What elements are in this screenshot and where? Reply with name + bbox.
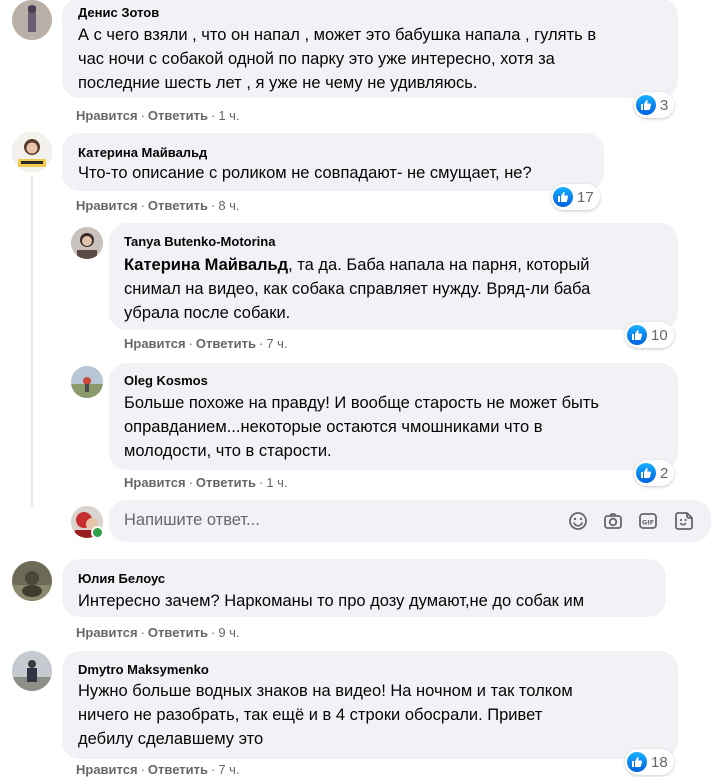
reply-button[interactable]: Ответить [148,198,208,213]
online-status-indicator [91,526,104,539]
comment-timestamp[interactable]: 8 ч. [218,198,239,213]
comment-timestamp[interactable]: 7 ч. [266,336,287,351]
like-button[interactable]: Нравится [124,475,186,490]
like-reaction-icon [636,463,656,483]
separator: · [210,625,216,640]
mention-link[interactable]: Катерина Майвальд [124,256,288,274]
comment-author[interactable]: Dmytro Maksymenko [78,662,209,677]
reply-button[interactable]: Ответить [148,108,208,123]
separator: · [140,762,145,777]
reaction-count[interactable]: 17 [551,184,600,210]
avatar[interactable] [12,0,52,40]
reaction-count-value: 3 [660,96,669,114]
reply-button[interactable]: Ответить [148,625,208,640]
separator: · [258,475,264,490]
reply-button[interactable]: Ответить [196,336,256,351]
comment-text-line: оправданием...некоторые остаются чмошник… [124,418,543,436]
camera-icon[interactable] [602,510,624,532]
like-reaction-icon [627,325,647,345]
thread-line [31,176,33,506]
reaction-count-value: 18 [651,753,668,771]
comment-text: , та да. Баба напала на парня, который [288,256,590,274]
comment-author[interactable]: Oleg Kosmos [124,373,208,388]
avatar[interactable] [71,227,103,259]
comment-text-line: Больше похоже на правду! И вообще старос… [124,394,600,412]
comments-feed: Денис Зотов А с чего взяли , что он напа… [0,0,727,777]
avatar[interactable] [12,651,52,691]
like-button[interactable]: Нравится [76,108,138,123]
separator: · [210,198,216,213]
like-reaction-icon [636,95,656,115]
separator: · [140,625,145,640]
comment-timestamp[interactable]: 9 ч. [218,625,239,640]
reaction-count-value: 10 [651,326,668,344]
comment-actions: Нравится · Ответить · 1 ч. [124,475,288,490]
comment-text-line: молодости, что в старости. [124,442,332,460]
emoji-icon[interactable] [567,510,589,532]
separator: · [210,762,216,777]
like-button[interactable]: Нравится [76,762,138,777]
comment-author[interactable]: Денис Зотов [78,5,159,20]
comment-actions: Нравится · Ответить · 7 ч. [76,762,240,777]
comment-text-line: снимал на видео, как собака справляет ну… [124,280,591,298]
comment-text-line: Интересно зачем? Наркоманы то про дозу д… [78,592,585,610]
separator: · [210,108,216,123]
reply-input-placeholder: Напишите ответ... [124,511,260,529]
comment-actions: Нравится · Ответить · 1 ч. [76,108,240,123]
svg-text:GIF: GIF [642,519,654,527]
comment-text-line: убрала после собаки. [124,304,291,322]
comment-actions: Нравится · Ответить · 7 ч. [124,336,288,351]
reaction-count-value: 2 [660,464,669,482]
comment-author[interactable]: Юлия Белоус [78,571,165,586]
comment-author[interactable]: Катерина Майвальд [78,145,207,160]
comment-text-line: час ночи с собакой одной по парку это уж… [78,50,555,68]
separator: · [140,108,145,123]
reaction-count[interactable]: 2 [634,460,675,486]
comment-actions: Нравится · Ответить · 8 ч. [76,198,240,213]
avatar[interactable] [12,561,52,601]
comment-timestamp[interactable]: 7 ч. [218,762,239,777]
reply-button[interactable]: Ответить [148,762,208,777]
comment-text-line: Что-то описание с роликом не совпадают- … [78,164,532,182]
comment-text-line: Нужно больше водных знаков на видео! На … [78,682,573,700]
comment-actions: Нравится · Ответить · 9 ч. [76,625,240,640]
comment-author[interactable]: Tanya Butenko-Motorina [124,234,275,249]
like-button[interactable]: Нравится [76,625,138,640]
comment-timestamp[interactable]: 1 ч. [218,108,239,123]
reaction-count[interactable]: 3 [634,92,675,118]
reply-button[interactable]: Ответить [196,475,256,490]
comment-text-line: последние шесть лет , я уже не чему не у… [78,74,478,92]
reaction-count-value: 17 [577,188,594,206]
reaction-count[interactable]: 18 [625,749,674,775]
comment-timestamp[interactable]: 1 ч. [266,475,287,490]
like-reaction-icon [553,187,573,207]
like-button[interactable]: Нравится [76,198,138,213]
like-reaction-icon [627,752,647,772]
separator: · [188,336,193,351]
avatar[interactable] [12,132,52,172]
like-button[interactable]: Нравится [124,336,186,351]
gif-icon[interactable]: GIF [637,510,659,532]
sticker-icon[interactable] [673,510,695,532]
separator: · [140,198,145,213]
comment-text-line: дебилу сделавшему это [78,730,264,748]
avatar[interactable] [71,366,103,398]
separator: · [258,336,264,351]
comment-text-line: Катерина Майвальд, та да. Баба напала на… [124,253,589,277]
separator: · [188,475,193,490]
comment-text-line: ничего не разобрать, так ещё и в 4 строк… [78,706,543,724]
comment-text-line: А с чего взяли , что он напал , может эт… [78,26,597,44]
reaction-count[interactable]: 10 [625,322,674,348]
